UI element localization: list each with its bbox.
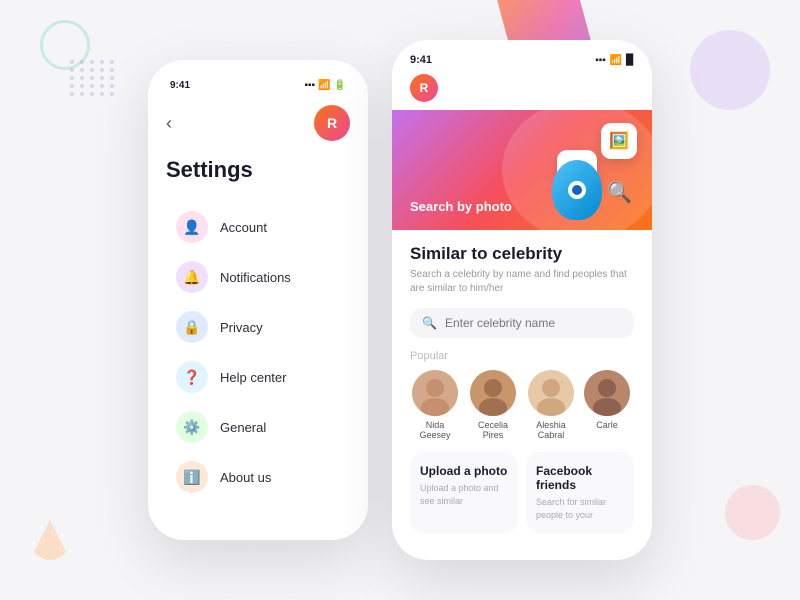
right-main-content: Similar to celebrity Search a celebrity …: [392, 230, 652, 547]
facebook-friends-text: Search for similar people to your: [536, 496, 624, 521]
help-label: Help center: [220, 370, 286, 385]
settings-list: 👤 Account 🔔 Notifications 🔒 Privacy ❓ He…: [166, 203, 350, 501]
settings-header: ‹ R: [166, 105, 350, 141]
popular-name-1: Nida Geesey: [410, 420, 460, 440]
battery-icon: 🔋: [334, 80, 346, 91]
settings-item-general[interactable]: ⚙️ General: [166, 403, 350, 451]
monster-illustration: 🖼️ 📷 🔍: [512, 115, 642, 225]
popular-avatar-2: [470, 370, 516, 416]
magnifier-icon: 🔍: [607, 180, 632, 205]
settings-item-account[interactable]: 👤 Account: [166, 203, 350, 251]
settings-item-help[interactable]: ❓ Help center: [166, 353, 350, 401]
left-status-bar: 9:41 ▪▪▪ 📶 🔋: [166, 80, 350, 91]
right-status-icons: ▪▪▪ 📶 ▉: [595, 55, 634, 66]
about-icon: ℹ️: [176, 461, 208, 493]
right-time: 9:41: [410, 54, 432, 66]
settings-item-about[interactable]: ℹ️ About us: [166, 453, 350, 501]
popular-item-2[interactable]: Cecelia Pires: [468, 370, 518, 440]
privacy-label: Privacy: [220, 320, 263, 335]
facebook-friends-title: Facebook friends: [536, 464, 624, 492]
right-signal-icon: ▪▪▪: [595, 55, 606, 66]
popular-item-4[interactable]: Carle: [584, 370, 630, 440]
celebrity-search-input[interactable]: [445, 316, 622, 330]
settings-title: Settings: [166, 157, 350, 183]
general-icon: ⚙️: [176, 411, 208, 443]
right-battery-icon: ▉: [626, 55, 634, 66]
right-avatar[interactable]: R: [410, 74, 438, 102]
avatar[interactable]: R: [314, 105, 350, 141]
search-by-photo-label: Search by photo: [410, 199, 512, 214]
main-container: 9:41 ▪▪▪ 📶 🔋 ‹ R Settings 👤 Account 🔔 No…: [0, 0, 800, 600]
hero-section: 🖼️ 📷 🔍 Search by photo: [392, 110, 652, 230]
popular-list: Nida Geesey Cecelia Pires: [410, 370, 634, 440]
right-header: R: [392, 74, 652, 102]
notifications-icon: 🔔: [176, 261, 208, 293]
privacy-icon: 🔒: [176, 311, 208, 343]
facebook-friends-card[interactable]: Facebook friends Search for similar peop…: [526, 452, 634, 533]
monster-body: [552, 160, 602, 220]
popular-name-2: Cecelia Pires: [468, 420, 518, 440]
popular-item-3[interactable]: Aleshia Cabral: [526, 370, 576, 440]
popular-item-1[interactable]: Nida Geesey: [410, 370, 460, 440]
monster-eye: [568, 181, 586, 199]
right-phone-inner: 9:41 ▪▪▪ 📶 ▉ R 🖼️ 📷: [392, 40, 652, 560]
help-icon: ❓: [176, 361, 208, 393]
account-icon: 👤: [176, 211, 208, 243]
popular-name-4: Carle: [596, 420, 618, 430]
right-status-bar: 9:41 ▪▪▪ 📶 ▉: [392, 40, 652, 74]
similar-celebrity-subtitle: Search a celebrity by name and find peop…: [410, 268, 634, 296]
monster-pupil: [572, 185, 582, 195]
settings-item-notifications[interactable]: 🔔 Notifications: [166, 253, 350, 301]
back-button[interactable]: ‹: [166, 113, 172, 134]
popular-avatar-4: [584, 370, 630, 416]
upload-photo-text: Upload a photo and see similar: [420, 482, 508, 507]
account-label: Account: [220, 220, 267, 235]
bottom-cards: Upload a photo Upload a photo and see si…: [410, 452, 634, 533]
left-status-icons: ▪▪▪ 📶 🔋: [304, 80, 346, 91]
about-label: About us: [220, 470, 271, 485]
popular-avatar-3: [528, 370, 574, 416]
right-wifi-icon: 📶: [610, 55, 622, 66]
popular-name-3: Aleshia Cabral: [526, 420, 576, 440]
wifi-icon: 📶: [318, 80, 330, 91]
notifications-label: Notifications: [220, 270, 291, 285]
similar-celebrity-title: Similar to celebrity: [410, 244, 634, 264]
search-phone: 9:41 ▪▪▪ 📶 ▉ R 🖼️ 📷: [392, 40, 652, 560]
settings-phone: 9:41 ▪▪▪ 📶 🔋 ‹ R Settings 👤 Account 🔔 No…: [148, 60, 368, 540]
search-input-container[interactable]: 🔍: [410, 308, 634, 338]
settings-item-privacy[interactable]: 🔒 Privacy: [166, 303, 350, 351]
left-time: 9:41: [170, 80, 190, 91]
general-label: General: [220, 420, 266, 435]
popular-avatar-1: [412, 370, 458, 416]
signal-icon: ▪▪▪: [304, 80, 315, 91]
popular-label: Popular: [410, 350, 634, 362]
upload-photo-card[interactable]: Upload a photo Upload a photo and see si…: [410, 452, 518, 533]
photo-card-1: 🖼️: [601, 123, 637, 159]
upload-photo-title: Upload a photo: [420, 464, 508, 478]
search-icon: 🔍: [422, 316, 437, 330]
